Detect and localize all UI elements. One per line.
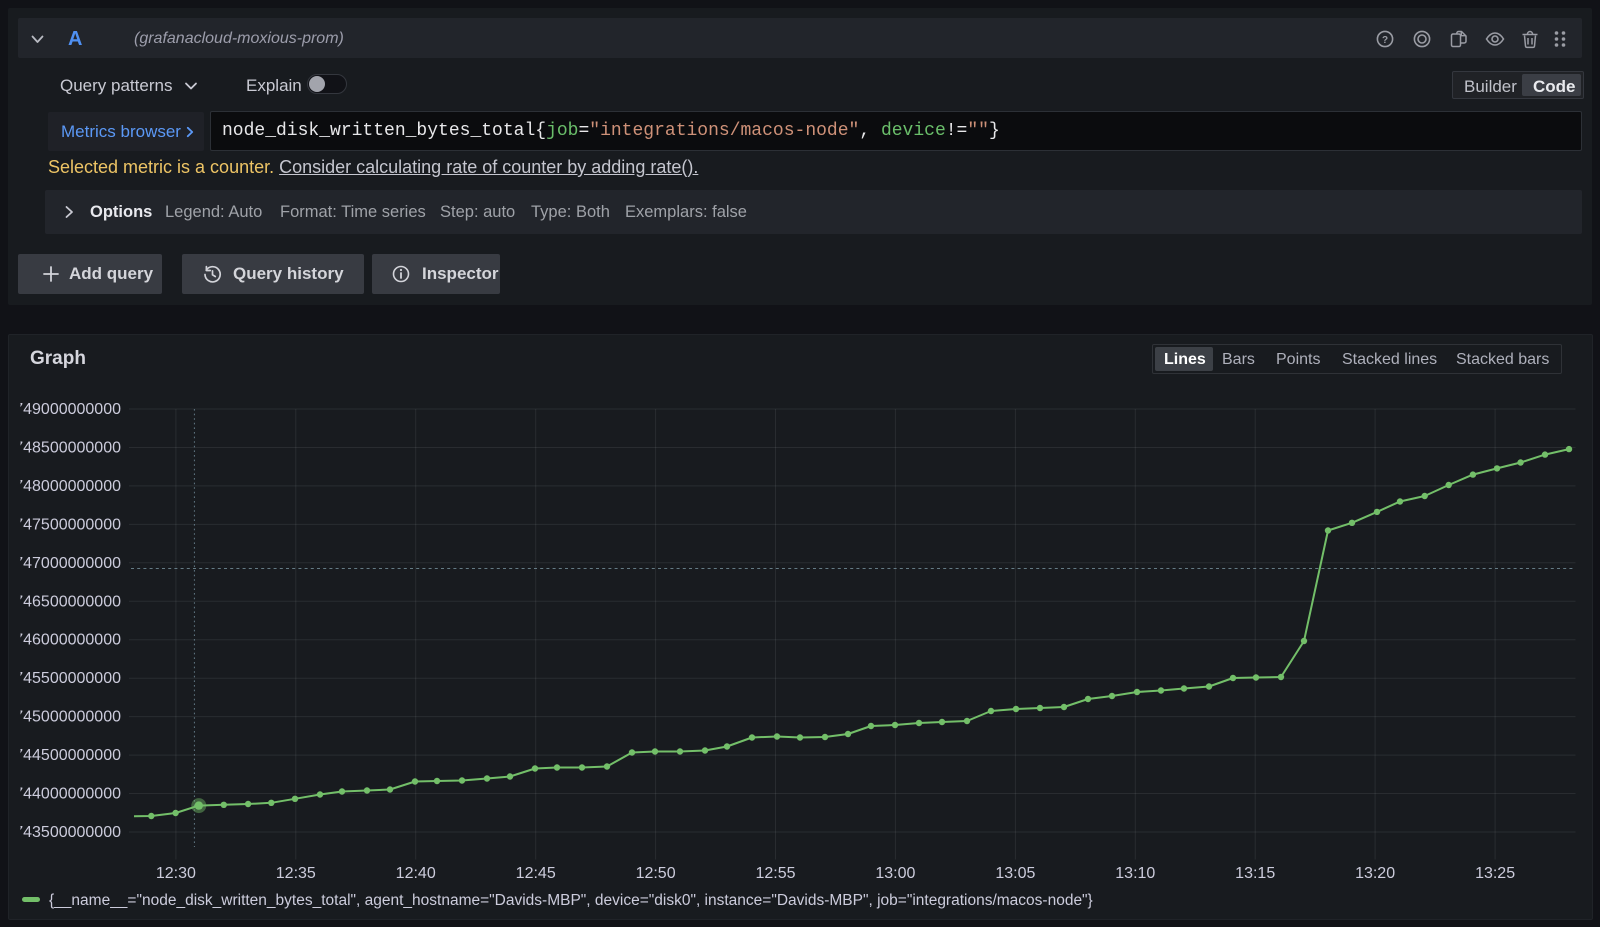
- svg-text:12:35: 12:35: [276, 865, 316, 882]
- svg-text:13:15: 13:15: [1235, 865, 1275, 882]
- svg-text:744500000000: 744500000000: [14, 747, 121, 764]
- svg-text:745500000000: 745500000000: [14, 670, 121, 687]
- svg-text:12:40: 12:40: [396, 865, 436, 882]
- svg-text:13:00: 13:00: [875, 865, 915, 882]
- svg-text:12:50: 12:50: [636, 865, 676, 882]
- svg-text:743500000000: 743500000000: [14, 824, 121, 841]
- svg-text:13:20: 13:20: [1355, 865, 1395, 882]
- svg-text:?: ?: [1382, 35, 1388, 46]
- svg-text:744000000000: 744000000000: [14, 786, 121, 803]
- svg-text:12:55: 12:55: [755, 865, 795, 882]
- svg-text:13:10: 13:10: [1115, 865, 1155, 882]
- svg-text:12:30: 12:30: [156, 865, 196, 882]
- svg-text:746000000000: 746000000000: [14, 632, 121, 649]
- svg-text:13:05: 13:05: [995, 865, 1035, 882]
- svg-text:{__name__="node_disk_written_b: {__name__="node_disk_written_bytes_total…: [49, 892, 1093, 909]
- svg-text:747500000000: 747500000000: [14, 516, 121, 533]
- svg-text:748000000000: 748000000000: [14, 478, 121, 495]
- svg-text:749000000000: 749000000000: [14, 401, 121, 418]
- svg-text:745000000000: 745000000000: [14, 709, 121, 726]
- svg-text:747000000000: 747000000000: [14, 555, 121, 572]
- svg-text:12:45: 12:45: [516, 865, 556, 882]
- svg-text:748500000000: 748500000000: [14, 440, 121, 457]
- svg-text:13:25: 13:25: [1475, 865, 1515, 882]
- svg-text:746500000000: 746500000000: [14, 593, 121, 610]
